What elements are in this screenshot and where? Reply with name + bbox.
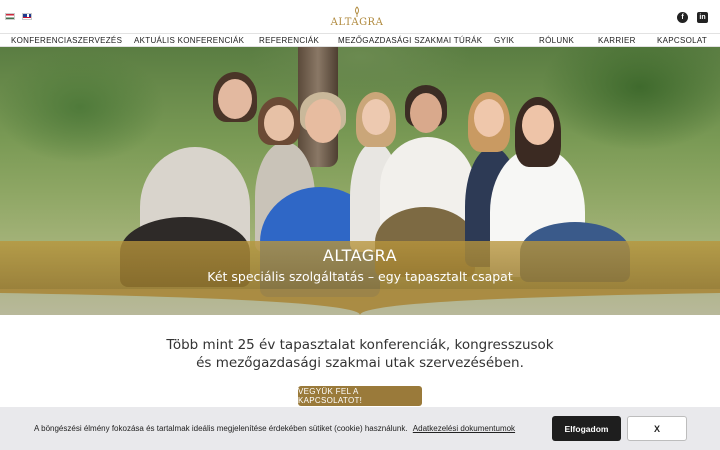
hero-band-point — [0, 289, 720, 315]
english-flag-icon[interactable] — [22, 13, 32, 20]
cookie-consent-bar: A böngészési élmény fokozása és tartalma… — [0, 407, 720, 450]
cookie-message-text: A böngészési élmény fokozása és tartalma… — [34, 424, 408, 433]
accept-cookies-button[interactable]: Elfogadom — [552, 416, 621, 441]
hero-team-photo: ALTAGRA Két speciális szolgáltatás – egy… — [0, 47, 720, 315]
nav-item-konferenciaszervezes[interactable]: KONFERENCIASZERVEZÉS — [11, 36, 122, 45]
facebook-icon[interactable]: f — [677, 12, 688, 23]
close-cookie-bar-button[interactable]: X — [627, 416, 687, 441]
language-switcher — [5, 13, 32, 20]
linkedin-icon[interactable]: in — [697, 12, 708, 23]
intro-text: Több mint 25 év tapasztalat konferenciák… — [0, 336, 720, 372]
intro-line-1: Több mint 25 év tapasztalat konferenciák… — [166, 337, 554, 353]
social-links: f in — [677, 12, 708, 23]
nav-item-kapcsolat[interactable]: KAPCSOLAT — [657, 36, 707, 45]
main-navigation: KONFERENCIASZERVEZÉS AKTUÁLIS KONFERENCI… — [0, 33, 720, 47]
nav-item-referenciak[interactable]: REFERENCIÁK — [259, 36, 319, 45]
hungarian-flag-icon[interactable] — [5, 13, 15, 20]
intro-line-2: és mezőgazdasági szakmai utak szervezésé… — [196, 355, 524, 371]
nav-item-rolunk[interactable]: RÓLUNK — [539, 36, 574, 45]
nav-item-aktualis-konferenciak[interactable]: AKTUÁLIS KONFERENCIÁK — [134, 36, 244, 45]
cookie-message: A böngészési élmény fokozása és tartalma… — [34, 424, 515, 433]
top-bar: ALTAGRA f in — [0, 0, 720, 33]
nav-item-gyik[interactable]: GYIK — [494, 36, 514, 45]
logo[interactable]: ALTAGRA — [326, 6, 388, 30]
privacy-documents-link[interactable]: Adatkezelési dokumentumok — [413, 424, 515, 433]
contact-cta-button[interactable]: VEGYÜK FEL A KAPCSOLATOT! — [298, 386, 422, 406]
nav-item-karrier[interactable]: KARRIER — [598, 36, 636, 45]
hero-title: ALTAGRA — [322, 246, 398, 265]
nav-item-mezogazdasagi-turak[interactable]: MEZŐGAZDASÁGI SZAKMAI TÚRÁK — [338, 36, 482, 45]
hero-subtitle: Két speciális szolgáltatás – egy tapaszt… — [207, 269, 513, 284]
logo-text: ALTAGRA — [330, 17, 384, 28]
